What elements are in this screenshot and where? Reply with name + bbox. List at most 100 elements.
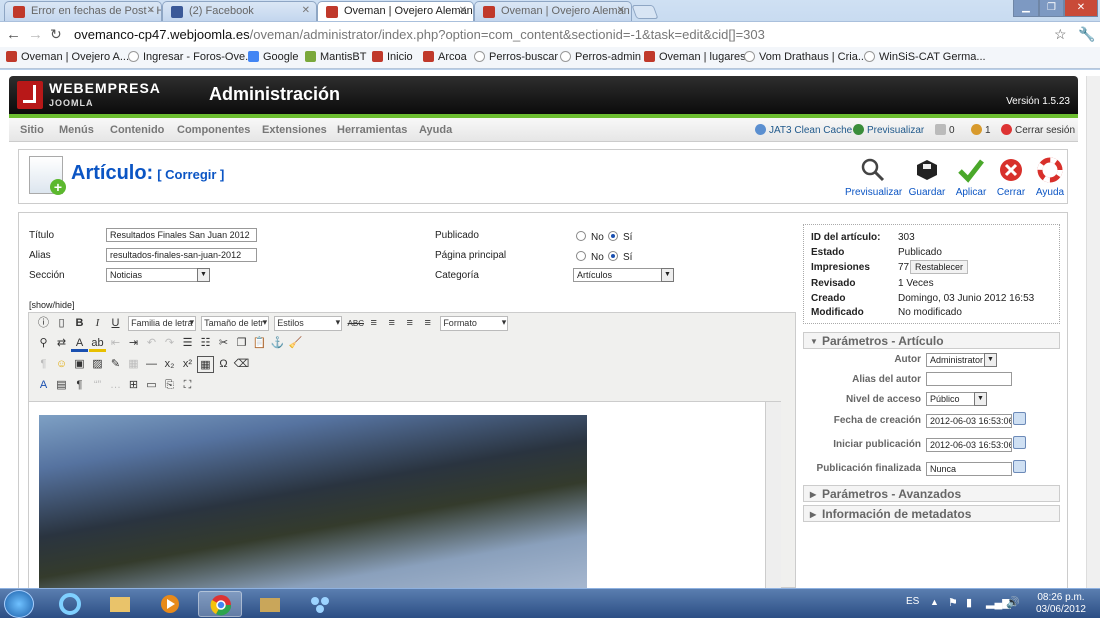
page-scrollbar[interactable]	[1086, 76, 1100, 588]
bookmark-item[interactable]: Perros-buscar	[474, 51, 558, 63]
paste-icon[interactable]: 📋	[251, 335, 268, 352]
visual-aid-icon[interactable]: ▦	[197, 356, 214, 373]
clock[interactable]: 08:26 p.m. 03/06/2012	[1036, 592, 1086, 616]
redo-icon[interactable]: ↷	[161, 335, 178, 352]
frontpage-no-radio[interactable]	[576, 251, 586, 261]
minimize-button[interactable]: ▁	[1013, 0, 1039, 17]
browser-tab-1[interactable]: Error en fechas de Post - Hc ✕	[4, 1, 162, 21]
remove-format-icon[interactable]: ⌫	[233, 356, 250, 373]
table-icon[interactable]: ▦	[125, 356, 142, 373]
browser-tab-4[interactable]: Oveman | Ovejero Aleman ✕	[474, 1, 632, 21]
underline-icon[interactable]: U	[107, 315, 124, 332]
align-left-icon[interactable]: ≡	[365, 315, 382, 332]
back-icon[interactable]: ←	[6, 26, 21, 43]
star-icon[interactable]: ☆	[1054, 26, 1067, 43]
maximize-button[interactable]: ❐	[1039, 0, 1064, 17]
frontpage-yes-radio[interactable]	[608, 251, 618, 261]
advanced-params-panel[interactable]: ▶ Parámetros - Avanzados	[803, 485, 1060, 502]
created-date-input[interactable]: 2012-06-03 16:53:06	[926, 414, 1012, 428]
align-center-icon[interactable]: ≡	[383, 315, 400, 332]
bookmark-item[interactable]: Arcoa	[423, 51, 467, 63]
bookmark-item[interactable]: Oveman | lugares	[644, 51, 746, 63]
network-taskbar-icon[interactable]	[298, 591, 342, 617]
menu-item-ayuda[interactable]: Ayuda	[419, 124, 452, 136]
new-tab-button[interactable]	[631, 5, 659, 19]
flag-icon[interactable]: ⚑	[948, 596, 958, 609]
bookmark-item[interactable]: Vom Drathaus | Cria...	[744, 51, 867, 63]
subscript-icon[interactable]: x₂	[161, 356, 178, 373]
cleanup-icon[interactable]: 🧹	[287, 335, 304, 352]
find-icon[interactable]: ⚲	[35, 335, 52, 352]
format-select[interactable]: Formato	[440, 316, 509, 331]
section-select[interactable]: Noticias ▼	[106, 268, 210, 282]
bookmark-item[interactable]: MantisBT	[305, 51, 366, 63]
bold-icon[interactable]: B	[71, 315, 88, 332]
metadata-panel[interactable]: ▶ Información de metadatos	[803, 505, 1060, 522]
wrench-icon[interactable]: 🔧	[1078, 26, 1095, 43]
styles-select[interactable]: Estilos	[274, 316, 343, 331]
emoticon-icon[interactable]: ☺	[53, 356, 70, 373]
outdent-icon[interactable]: ⇤	[107, 335, 124, 352]
menu-item-extensiones[interactable]: Extensiones	[262, 124, 327, 136]
article-photo[interactable]	[39, 415, 587, 590]
highlight-icon[interactable]: ab	[89, 335, 106, 352]
menu-item-componentes[interactable]: Componentes	[177, 124, 250, 136]
publish-down-input[interactable]: Nunca	[926, 462, 1012, 476]
volume-icon[interactable]: 🔊	[1006, 596, 1020, 609]
menu-item-contenido[interactable]: Contenido	[110, 124, 164, 136]
align-justify-icon[interactable]: ≡	[419, 315, 436, 332]
ie-taskbar-icon[interactable]	[48, 591, 92, 617]
close-tab-icon[interactable]: ✕	[617, 5, 625, 16]
preview-button[interactable]: Previsualizar	[845, 157, 902, 198]
reset-hits-button[interactable]: Restablecer	[910, 260, 969, 274]
close-tab-icon[interactable]: ✕	[302, 5, 310, 16]
edit-image-icon[interactable]: ✎	[107, 356, 124, 373]
logout-link[interactable]: Cerrar sesión	[1001, 124, 1075, 136]
editor-content[interactable]	[29, 401, 781, 590]
pilcrow-icon[interactable]: ¶	[71, 377, 88, 394]
media-taskbar-icon[interactable]	[148, 591, 192, 617]
align-right-icon[interactable]: ≡	[401, 315, 418, 332]
title-input[interactable]: Resultados Finales San Juan 2012	[106, 228, 257, 242]
reload-icon[interactable]: ↻	[50, 26, 62, 43]
browser-tab-2[interactable]: (2) Facebook ✕	[162, 1, 317, 21]
users-count[interactable]: 1	[971, 124, 991, 136]
bookmark-item[interactable]: Perros-admin	[560, 51, 641, 63]
help-button[interactable]: Ayuda	[1023, 157, 1077, 198]
horizontal-rule-icon[interactable]: —	[143, 356, 160, 373]
bookmark-item[interactable]: Oveman | Ovejero A...	[6, 51, 129, 63]
menu-item-menus[interactable]: Menús	[59, 124, 94, 136]
text-color-icon[interactable]: A	[71, 335, 88, 352]
publish-up-input[interactable]: 2012-06-03 16:53:06	[926, 438, 1012, 452]
show-hide-toggle[interactable]: [show/hide]	[29, 300, 75, 310]
pagebreak-icon[interactable]: ⎘	[161, 377, 178, 394]
strikethrough-icon[interactable]: ABC	[347, 315, 364, 332]
bookmark-item[interactable]: Inicio	[372, 51, 413, 63]
calendar-icon[interactable]	[1013, 412, 1026, 425]
menu-item-sitio[interactable]: Sitio	[20, 124, 44, 136]
clean-cache-link[interactable]: JAT3 Clean Cache	[755, 124, 852, 136]
editor-scrollbar[interactable]	[765, 402, 781, 590]
author-select[interactable]: Administrator ▼	[926, 353, 997, 367]
category-select[interactable]: Artículos ▼	[573, 268, 674, 282]
styleprops-icon[interactable]: A	[35, 377, 52, 394]
language-indicator[interactable]: ES	[906, 596, 919, 607]
undo-icon[interactable]: ↶	[143, 335, 160, 352]
insert-layer-icon[interactable]: ⊞	[125, 377, 142, 394]
numbered-list-icon[interactable]: ☷	[197, 335, 214, 352]
url-field[interactable]: ovemanco-cp47.webjoomla.es/oveman/admini…	[74, 25, 1034, 45]
chrome-taskbar-icon[interactable]	[198, 591, 242, 617]
close-tab-icon[interactable]: ✕	[147, 5, 155, 16]
font-size-select[interactable]: Tamaño de letr	[201, 316, 270, 331]
font-family-select[interactable]: Familia de letra	[128, 316, 197, 331]
alias-input[interactable]: resultados-finales-san-juan-2012	[106, 248, 257, 262]
replace-icon[interactable]: ⇄	[53, 335, 70, 352]
italic-icon[interactable]: I	[89, 315, 106, 332]
bookmark-item[interactable]: Google	[248, 51, 298, 63]
bookmark-item[interactable]: Ingresar - Foros-Ove...	[128, 51, 254, 63]
access-level-select[interactable]: Público ▼	[926, 392, 987, 406]
anchor-icon[interactable]: ⚓	[269, 335, 286, 352]
ltr-icon[interactable]: ¶	[35, 356, 52, 373]
start-button[interactable]	[4, 590, 34, 618]
media-icon[interactable]: ▣	[71, 356, 88, 373]
